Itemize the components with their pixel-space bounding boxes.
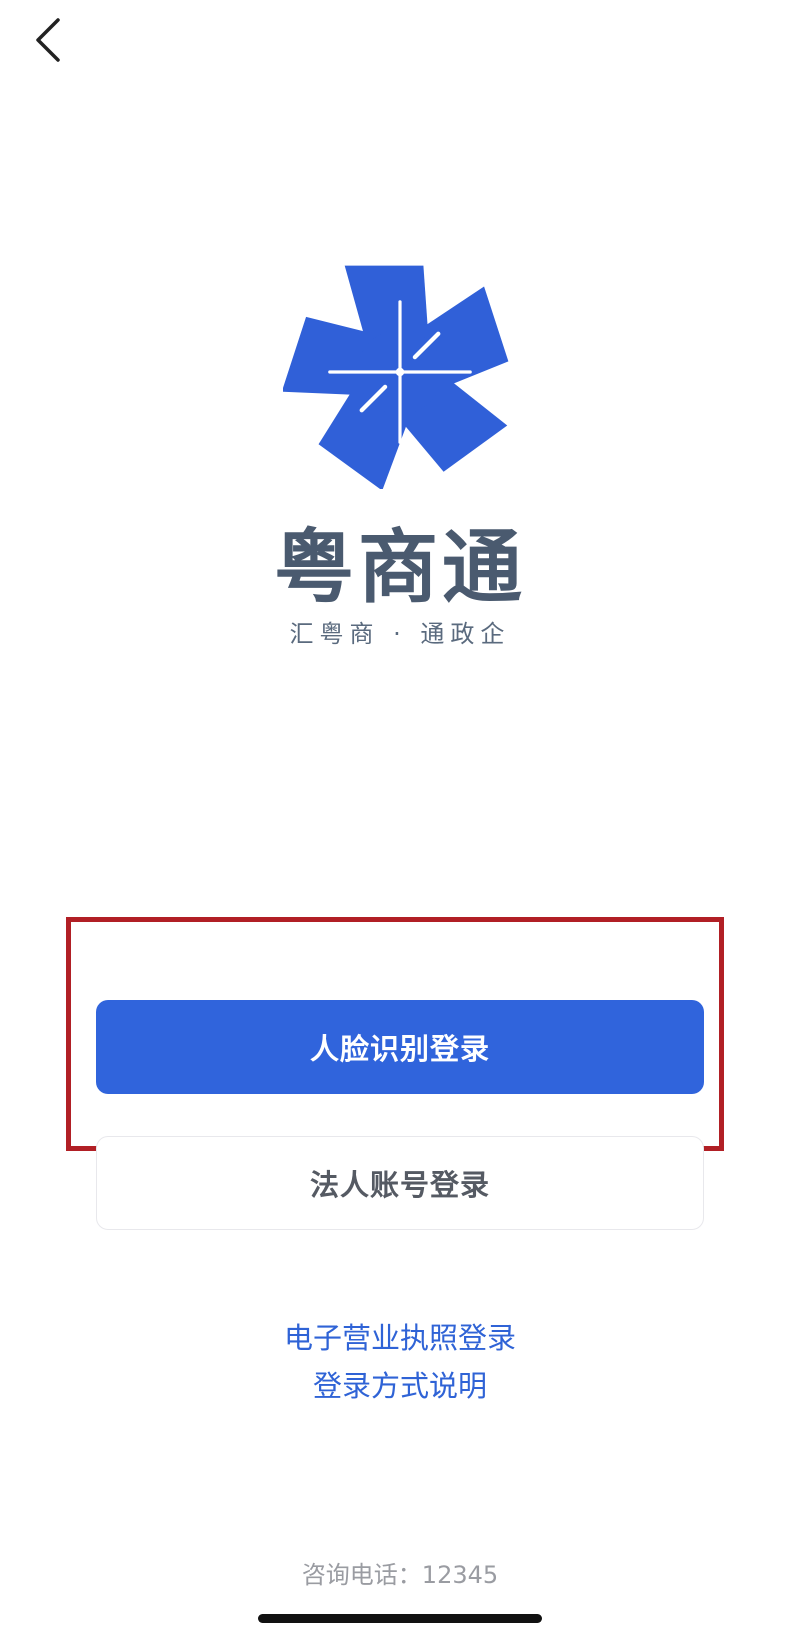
chevron-left-icon — [36, 18, 60, 62]
account-login-button[interactable]: 法人账号登录 — [96, 1136, 704, 1230]
face-login-button[interactable]: 人脸识别登录 — [96, 1000, 704, 1094]
consult-phone: 咨询电话：12345 — [301, 1561, 499, 1589]
login-screen: 粤商通 汇粤商 · 通政企 人脸识别登录 法人账号登录 电子营业执照登录 登录方… — [0, 0, 800, 1638]
license-login-link[interactable]: 电子营业执照登录 — [0, 1318, 800, 1358]
login-help-link[interactable]: 登录方式说明 — [0, 1366, 800, 1406]
app-logo — [283, 265, 509, 489]
home-indicator — [258, 1614, 542, 1623]
back-button[interactable] — [22, 6, 82, 66]
app-name: 粤商通 — [274, 521, 526, 614]
app-slogan: 汇粤商 · 通政企 — [289, 620, 511, 648]
